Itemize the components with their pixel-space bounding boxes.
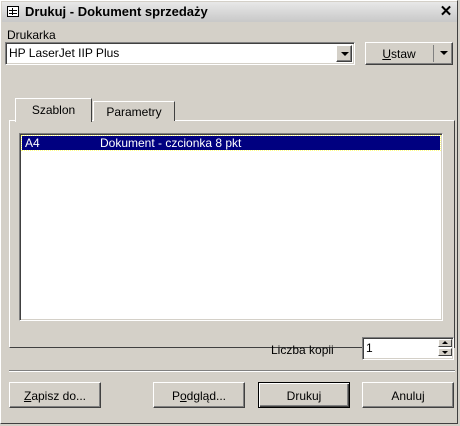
chevron-down-icon (341, 52, 349, 56)
printer-label: Drukarka (7, 28, 56, 42)
tab-parametry-label: Parametry (106, 105, 162, 119)
setup-accel: U (382, 47, 391, 61)
template-code: A4 (25, 136, 40, 150)
cancel-button[interactable]: Anuluj (362, 382, 454, 408)
print-button-label: Drukuj (286, 389, 322, 403)
printer-selected-value: HP LaserJet IIP Plus (9, 46, 120, 60)
copies-spinner[interactable]: 1 (362, 337, 454, 360)
close-button[interactable]: ✕ (437, 3, 455, 21)
template-list[interactable]: A4 Dokument - czcionka 8 pkt (19, 133, 443, 321)
tab-szablon[interactable]: Szablon (15, 98, 92, 122)
table-icon (7, 6, 19, 17)
divider (9, 370, 455, 372)
spin-up-icon (442, 341, 448, 344)
spin-down-button[interactable] (438, 348, 452, 356)
chevron-down-icon[interactable] (440, 51, 448, 55)
copies-value: 1 (366, 341, 373, 355)
printer-dropdown-button[interactable] (336, 45, 352, 62)
save-to-button[interactable]: Zapisz do... (9, 382, 101, 408)
spin-up-button[interactable] (438, 339, 452, 347)
save-to-label-rest: apisz do... (31, 389, 87, 403)
list-item[interactable]: A4 Dokument - czcionka 8 pkt (21, 135, 441, 151)
print-dialog: Drukuj - Dokument sprzedaży ✕ Drukarka H… (0, 0, 458, 424)
preview-label-pre: P (171, 389, 180, 403)
tab-parametry[interactable]: Parametry (93, 101, 175, 121)
print-button[interactable]: Drukuj (258, 382, 350, 408)
preview-button[interactable]: Podgląd... (153, 382, 245, 408)
tab-szablon-label: Szablon (31, 103, 76, 117)
setup-button[interactable]: Ustaw (365, 42, 453, 65)
template-description: Dokument - czcionka 8 pkt (100, 136, 242, 150)
copies-label: Liczba kopii (271, 343, 334, 357)
setup-label-rest: staw (390, 47, 416, 61)
printer-select[interactable]: HP LaserJet IIP Plus (5, 42, 355, 65)
spin-down-icon (442, 351, 448, 354)
preview-label-rest: dgląd... (186, 389, 227, 403)
title-bar[interactable]: Drukuj - Dokument sprzedaży ✕ (2, 2, 457, 22)
setup-split-divider (433, 45, 434, 62)
window-title: Drukuj - Dokument sprzedaży (25, 4, 208, 19)
preview-accel: o (179, 389, 187, 403)
cancel-button-label: Anuluj (391, 389, 425, 403)
